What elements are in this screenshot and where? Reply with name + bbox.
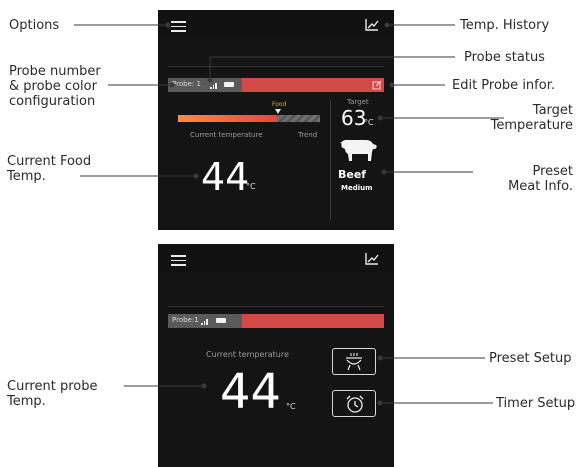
preset-setup-button[interactable]: [332, 348, 376, 375]
callout-preset-meat-line1: Preset: [532, 164, 573, 179]
callout-probe-number-line1: Probe number: [9, 64, 101, 79]
callout-probe-number-line3: configuration: [9, 94, 96, 109]
callout-current-food-line1: Current Food: [7, 154, 92, 169]
probe-bar[interactable]: Probe: 1: [168, 78, 384, 92]
probe-id-segment[interactable]: Probe: 1: [168, 78, 242, 92]
callout-timer-setup: Timer Setup: [496, 396, 576, 411]
callout-edit-probe: Edit Probe infor.: [452, 78, 555, 93]
current-food-temperature-value: 44: [201, 155, 250, 199]
callout-current-probe-line1: Current probe: [7, 379, 98, 394]
target-temperature-unit: °C: [364, 118, 374, 127]
probe-id-segment[interactable]: Probe:1: [168, 314, 242, 328]
probe-bar[interactable]: Probe:1: [168, 314, 384, 328]
callout-preset-meat-line2: Meat Info.: [508, 179, 573, 194]
callout-current-food-line2: Temp.: [7, 169, 46, 184]
history-chart-icon[interactable]: [365, 18, 379, 31]
signal-icon: [210, 82, 218, 89]
callout-target-line1: Target: [532, 103, 573, 118]
callout-temp-history: Temp. History: [460, 18, 550, 33]
menu-icon[interactable]: [171, 255, 186, 266]
edit-icon[interactable]: [372, 80, 382, 90]
app-screen-probe-detail: Probe: 1 Food Current temperature Trend …: [158, 10, 394, 230]
temperature-progress-bar: [178, 115, 320, 122]
target-label: Target: [347, 98, 369, 106]
current-temperature-label: Current temperature: [206, 350, 289, 359]
callout-target-line2: Temperature: [490, 118, 573, 133]
history-chart-icon[interactable]: [365, 252, 379, 265]
food-marker-label: Food: [272, 101, 287, 108]
divider: [168, 66, 384, 67]
current-probe-temperature-value: 44: [220, 364, 282, 420]
grill-icon: [346, 353, 362, 371]
temperature-progress-fill: [178, 115, 277, 122]
battery-icon: [224, 82, 234, 87]
probe-color-segment[interactable]: [242, 314, 384, 328]
callout-probe-status: Probe status: [464, 50, 545, 65]
cow-icon[interactable]: [338, 137, 378, 163]
panel-divider: [330, 100, 331, 220]
probe-number-label: Probe: 1: [172, 80, 201, 88]
meat-doneness: Medium: [341, 184, 373, 192]
current-temperature-label: Current temperature: [190, 131, 263, 139]
meat-name[interactable]: Beef: [338, 168, 366, 181]
callout-current-probe-line2: Temp.: [7, 394, 46, 409]
callout-options: Options: [9, 18, 60, 33]
timer-setup-button[interactable]: [332, 390, 376, 417]
battery-icon: [216, 318, 226, 323]
menu-icon[interactable]: [171, 21, 186, 32]
callout-preset-setup: Preset Setup: [489, 351, 572, 366]
top-bar: [158, 244, 394, 272]
divider: [168, 306, 384, 307]
trend-label[interactable]: Trend: [298, 131, 317, 139]
current-probe-temperature-unit: °C: [286, 402, 296, 411]
food-marker-triangle: [275, 109, 281, 114]
app-screen-probe-simple: Probe:1 Current temperature 44 °C: [158, 244, 394, 467]
probe-number-label: Probe:1: [172, 316, 199, 324]
probe-color-segment[interactable]: [242, 78, 384, 92]
callout-probe-number-line2: & probe color: [9, 79, 97, 94]
signal-icon: [201, 318, 209, 325]
current-food-temperature-unit: °C: [246, 182, 256, 191]
top-bar: [158, 10, 394, 38]
alarm-clock-icon: [346, 395, 364, 413]
target-temperature-value[interactable]: 63: [341, 106, 366, 130]
